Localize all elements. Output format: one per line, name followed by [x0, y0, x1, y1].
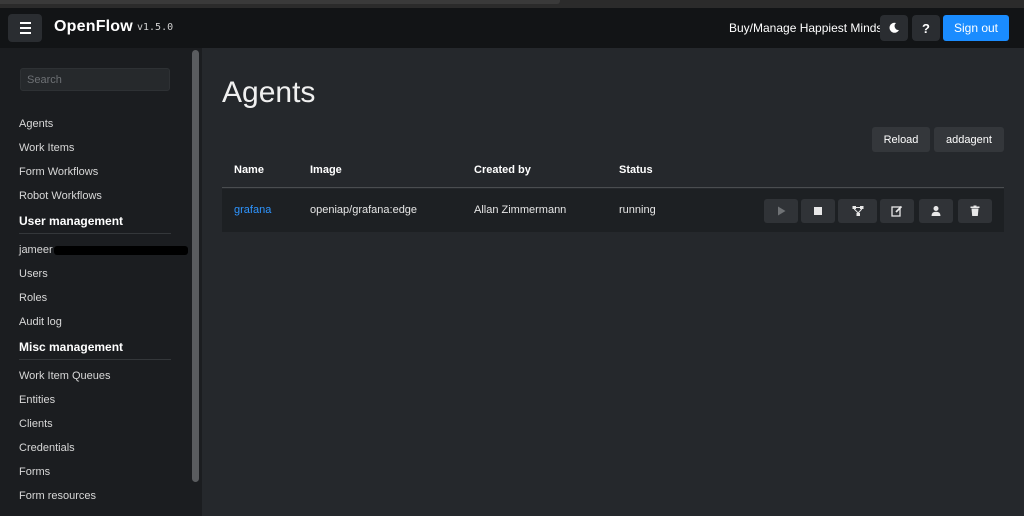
- column-header-name[interactable]: Name: [234, 164, 264, 176]
- sidebar-item-work-items[interactable]: Work Items: [19, 142, 74, 154]
- stop-button[interactable]: [801, 199, 835, 223]
- add-agent-button[interactable]: addagent: [934, 127, 1004, 152]
- sign-out-button[interactable]: Sign out: [943, 15, 1009, 41]
- reload-button[interactable]: Reload: [872, 127, 930, 152]
- sidebar-item-form-resources[interactable]: Form resources: [19, 490, 96, 502]
- section-user-management: User management: [19, 214, 124, 228]
- play-icon: [778, 206, 786, 216]
- hamburger-menu-button[interactable]: [8, 14, 42, 42]
- trash-icon: [970, 205, 980, 216]
- column-header-created-by[interactable]: Created by: [474, 164, 531, 176]
- column-header-status[interactable]: Status: [619, 164, 653, 176]
- theme-toggle-button[interactable]: [880, 15, 908, 41]
- sidebar-item-users[interactable]: Users: [19, 268, 48, 280]
- sidebar-scrollbar[interactable]: [192, 50, 199, 482]
- sidebar-item-form-workflows[interactable]: Form Workflows: [19, 166, 98, 178]
- user-permissions-button[interactable]: [919, 199, 953, 223]
- agent-image: openiap/grafana:edge: [310, 204, 418, 216]
- app-version: v1.5.0: [137, 22, 174, 33]
- top-navbar: OpenFlow v1.5.0 Buy/Manage Happiest Mind…: [0, 8, 1024, 48]
- moon-icon: [889, 22, 899, 33]
- sidebar-item-forms[interactable]: Forms: [19, 466, 50, 478]
- sidebar-item-audit-log[interactable]: Audit log: [19, 316, 62, 328]
- buy-manage-link[interactable]: Buy/Manage Happiest Minds: [729, 21, 882, 35]
- search-input[interactable]: [20, 68, 170, 91]
- help-button[interactable]: ?: [912, 15, 940, 41]
- agent-status: running: [619, 204, 656, 216]
- stop-icon: [814, 207, 822, 215]
- sidebar-item-clients[interactable]: Clients: [19, 418, 53, 430]
- sidebar-item-user-email[interactable]: jameer: [19, 244, 53, 256]
- sidebar-item-roles[interactable]: Roles: [19, 292, 47, 304]
- sidebar-item-agents[interactable]: Agents: [19, 118, 53, 130]
- divider: [19, 359, 171, 360]
- page-title: Agents: [222, 76, 316, 109]
- sitemap-icon: [852, 206, 863, 216]
- main-content: Agents Reload addagent Name Image Create…: [202, 48, 1024, 516]
- workflow-button[interactable]: [838, 199, 877, 223]
- sidebar-item-work-item-queues[interactable]: Work Item Queues: [19, 370, 111, 382]
- table-row: grafana openiap/grafana:edge Allan Zimme…: [222, 189, 1004, 232]
- agent-name-link[interactable]: grafana: [234, 204, 271, 216]
- divider: [19, 233, 171, 234]
- sidebar-item-credentials[interactable]: Credentials: [19, 442, 75, 454]
- sidebar-item-robot-workflows[interactable]: Robot Workflows: [19, 190, 102, 202]
- agent-created-by: Allan Zimmermann: [474, 204, 567, 216]
- column-header-image[interactable]: Image: [310, 164, 342, 176]
- delete-button[interactable]: [958, 199, 992, 223]
- start-button[interactable]: [764, 199, 798, 223]
- edit-icon: [891, 205, 903, 217]
- user-icon: [931, 206, 941, 216]
- sidebar-item-entities[interactable]: Entities: [19, 394, 55, 406]
- edit-button[interactable]: [880, 199, 914, 223]
- app-brand[interactable]: OpenFlow: [54, 18, 133, 36]
- browser-chrome: [0, 0, 1024, 8]
- sidebar: Agents Work Items Form Workflows Robot W…: [0, 48, 202, 516]
- header-divider: [222, 187, 1004, 188]
- redaction-mark: [54, 246, 188, 255]
- section-misc-management: Misc management: [19, 340, 124, 354]
